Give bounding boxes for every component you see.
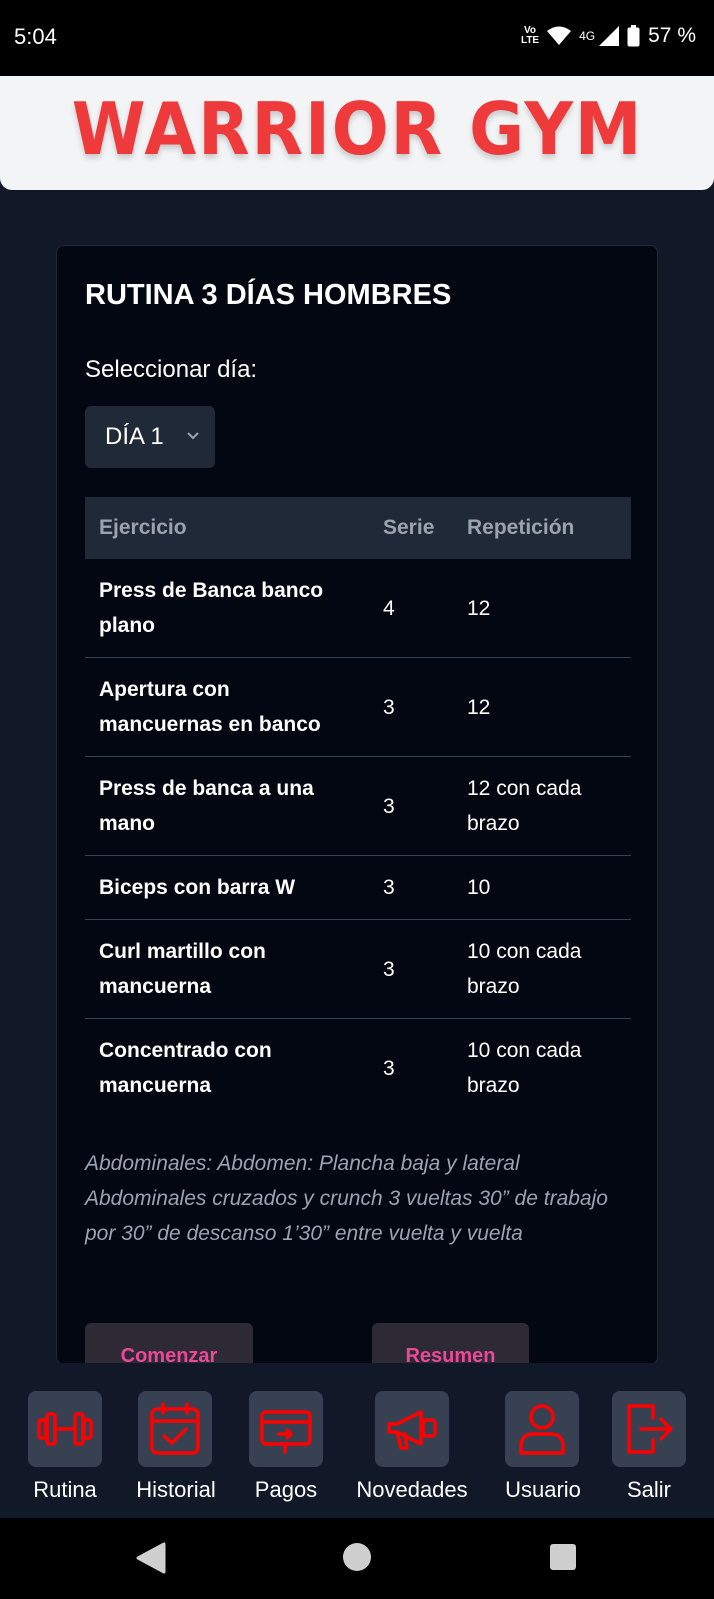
start-button[interactable]: Comenzar (85, 1323, 253, 1364)
wifi-icon (547, 26, 572, 45)
back-icon[interactable] (136, 1542, 166, 1574)
table-row: Press de Banca banco plano 4 12 (85, 559, 631, 658)
reps-cell: 12 con cada brazo (453, 756, 631, 856)
table-row: Press de banca a una mano 3 12 con cada … (85, 756, 631, 856)
recents-icon[interactable] (549, 1543, 577, 1571)
exercise-cell: Press de Banca banco plano (85, 559, 369, 658)
exercise-cell: Biceps con barra W (85, 855, 369, 920)
user-icon (505, 1391, 579, 1467)
reps-cell: 10 (453, 855, 631, 920)
day-select[interactable]: DÍA 1 (85, 406, 215, 468)
status-time: 5:04 (14, 24, 57, 49)
signal-icon (599, 26, 620, 46)
select-day-label: Seleccionar día: (85, 356, 258, 383)
table-row: Apertura con mancuernas en banco 3 12 (85, 657, 631, 757)
routine-card: RUTINA 3 DÍAS HOMBRES Seleccionar día: D… (56, 245, 658, 1365)
routine-table: Ejercicio Serie Repetición Press de Banc… (85, 497, 631, 1117)
battery-icon (627, 25, 640, 47)
column-header-exercise: Ejercicio (85, 497, 369, 559)
chevron-down-icon (187, 432, 199, 440)
reps-cell: 12 (453, 559, 631, 658)
sets-cell: 3 (369, 919, 453, 1019)
exercise-cell: Press de banca a una mano (85, 756, 369, 856)
bottom-nav: Rutina Historial Pagos Novedades Usuario… (0, 1363, 714, 1518)
home-icon[interactable] (342, 1542, 372, 1572)
column-header-reps: Repetición (453, 497, 631, 559)
exercise-cell: Curl martillo con mancuerna (85, 919, 369, 1019)
network-type: 4G (579, 29, 596, 43)
sets-cell: 4 (369, 559, 453, 658)
selected-day: DÍA 1 (105, 423, 164, 450)
summary-button[interactable]: Resumen (372, 1323, 529, 1364)
nav-label: Pagos (254, 1477, 318, 1502)
status-icons: Vo LTE 4G 57 % (521, 24, 696, 48)
nav-label: Salir (626, 1477, 671, 1502)
exercise-cell: Concentrado con mancuerna (99, 1039, 272, 1097)
sets-cell: 3 (369, 756, 453, 856)
sets-cell: 3 (383, 1056, 395, 1080)
abdominals-note: Abdominales: Abdomen: Plancha baja y lat… (85, 1152, 608, 1245)
sets-cell: 3 (369, 657, 453, 757)
table-row: Concentrado con mancuerna 3 10 con cada … (85, 1019, 631, 1118)
warrior-gym-logo: WARRIOR GYM (71, 87, 644, 171)
table-row: Biceps con barra W 3 10 (85, 855, 631, 920)
routine-title: RUTINA 3 DÍAS HOMBRES (85, 279, 452, 311)
dumbbell-icon (28, 1391, 102, 1467)
logout-icon (612, 1391, 686, 1467)
table-header-row: Ejercicio Serie Repetición (85, 497, 631, 559)
sets-cell: 3 (369, 855, 453, 920)
volte-icon: Vo LTE (520, 25, 540, 46)
status-bar: 5:04 Vo LTE 4G 57 % (0, 0, 714, 76)
exercise-cell: Apertura con mancuernas en banco (85, 657, 369, 757)
nav-label: Novedades (356, 1477, 468, 1502)
system-nav-bar (0, 1518, 714, 1599)
battery-percent: 57 % (648, 24, 696, 47)
calendar-check-icon (138, 1391, 212, 1467)
reps-cell: 10 con cada brazo (453, 919, 631, 1019)
reps-cell: 10 con cada brazo (467, 1039, 582, 1097)
megaphone-icon (375, 1391, 449, 1467)
payment-card-icon (249, 1391, 323, 1467)
reps-cell: 12 (453, 657, 631, 757)
column-header-sets: Serie (369, 497, 453, 559)
table-row: Curl martillo con mancuerna 3 10 con cad… (85, 919, 631, 1019)
